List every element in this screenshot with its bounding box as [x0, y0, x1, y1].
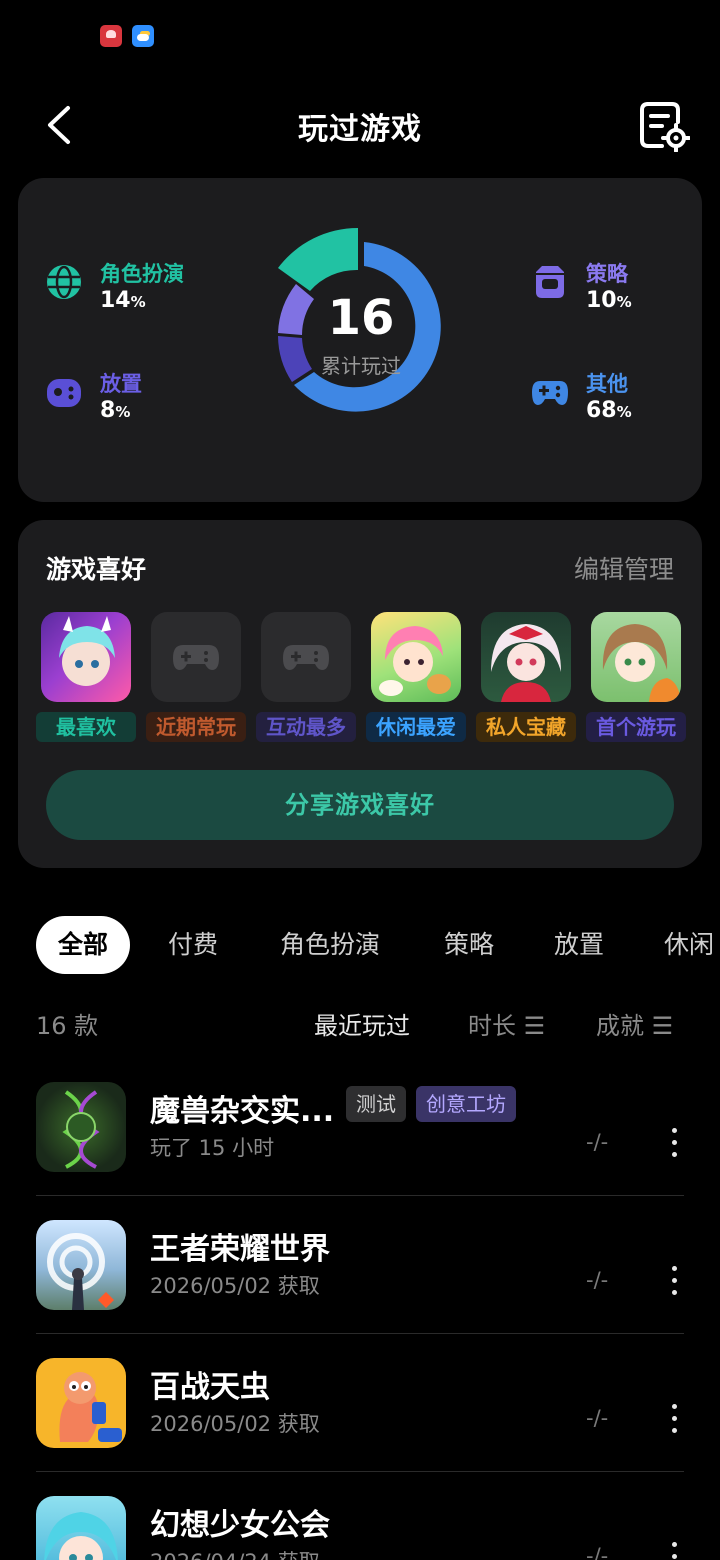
pref-favorite[interactable]: 最喜欢	[36, 612, 136, 744]
more-options-icon[interactable]	[666, 1542, 682, 1560]
pref-casual[interactable]: 休闲最爱	[366, 612, 466, 744]
status-bar	[0, 0, 720, 70]
game-name: 魔兽杂交实...	[150, 1094, 335, 1129]
tab-paid[interactable]: 付费	[168, 916, 218, 974]
tag-test: 测试	[346, 1086, 406, 1122]
huawei-app-icon	[100, 25, 122, 47]
weather-app-icon	[132, 25, 154, 47]
game-subtitle: 2026/05/02 获取	[150, 1412, 320, 1436]
list-header: 16 款 最近玩过 时长 ☰ 成就 ☰	[0, 1000, 720, 1044]
private-treasure-thumbnail	[481, 612, 571, 702]
tab-strategy[interactable]: 策略	[444, 916, 494, 974]
pref-label: 互动最多	[256, 712, 356, 742]
stat-percent: 14%	[100, 288, 146, 313]
total-played-count: 16	[327, 290, 395, 346]
list-settings-button[interactable]	[636, 98, 691, 153]
sort-achievements[interactable]: 成就 ☰	[596, 1006, 673, 1041]
more-options-icon[interactable]	[666, 1266, 682, 1296]
pref-label: 首个游玩	[586, 712, 686, 742]
pref-label: 私人宝藏	[476, 712, 576, 742]
globe-icon	[47, 265, 81, 299]
casual-game-thumbnail	[371, 612, 461, 702]
stat-label: 角色扮演	[100, 262, 184, 286]
pref-first-played[interactable]: 首个游玩	[586, 612, 686, 744]
stat-percent: 10%	[586, 288, 632, 313]
game-count: 16 款	[36, 1012, 99, 1040]
pref-label: 最喜欢	[36, 712, 136, 742]
game-row[interactable]: 幻想少女公会 2026/04/24 获取 -/-	[36, 1472, 684, 1560]
stat-label: 其他	[586, 372, 628, 396]
stat-percent: 8%	[100, 398, 131, 423]
gamepad-icon	[532, 381, 568, 405]
game-name: 幻想少女公会	[150, 1508, 330, 1543]
donut-segment-role-playing	[278, 228, 358, 291]
stat-label: 放置	[100, 372, 142, 396]
game-preferences-card: 游戏喜好 编辑管理 最喜欢 近期常玩 互动最多 休闲最爱 私人宝藏 首个游玩 分…	[18, 520, 702, 868]
stat-label: 策略	[586, 262, 628, 286]
preferences-title: 游戏喜好	[46, 555, 147, 584]
game-row[interactable]: 魔兽杂交实... 测试 创意工坊 玩了 15 小时 -/-	[36, 1058, 684, 1196]
game-name: 王者荣耀世界	[150, 1232, 330, 1267]
pref-private-treasure[interactable]: 私人宝藏	[476, 612, 576, 744]
game-subtitle: 玩了 15 小时	[150, 1136, 275, 1160]
game-row[interactable]: 王者荣耀世界 2026/05/02 获取 -/-	[36, 1196, 684, 1334]
share-preferences-button[interactable]: 分享游戏喜好	[46, 770, 674, 840]
top-bar: 玩过游戏	[0, 90, 720, 160]
tab-role-playing[interactable]: 角色扮演	[280, 916, 380, 974]
sort-recent[interactable]: 最近玩过	[314, 1006, 410, 1041]
game-subtitle: 2026/05/02 获取	[150, 1274, 320, 1298]
sort-duration[interactable]: 时长 ☰	[468, 1006, 545, 1041]
favorite-game-thumbnail	[41, 612, 131, 702]
game-icon	[36, 1358, 126, 1448]
game-icon	[36, 1082, 126, 1172]
achievement-progress: -/-	[586, 1130, 609, 1154]
idle-controller-icon	[47, 379, 81, 407]
game-name: 百战天虫	[150, 1370, 270, 1405]
pref-label: 近期常玩	[146, 712, 246, 742]
more-options-icon[interactable]	[666, 1404, 682, 1434]
pref-recent[interactable]: 近期常玩	[146, 612, 246, 744]
stat-percent: 68%	[586, 398, 632, 423]
page-title: 玩过游戏	[298, 112, 422, 147]
pref-label: 休闲最爱	[366, 712, 466, 742]
achievement-progress: -/-	[586, 1406, 609, 1430]
tag-creative-workshop: 创意工坊	[416, 1086, 516, 1122]
strategy-icon	[536, 266, 564, 298]
tab-casual[interactable]: 休闲	[664, 916, 714, 974]
tab-idle[interactable]: 放置	[554, 916, 604, 974]
more-options-icon[interactable]	[666, 1128, 682, 1158]
total-played-label: 累计玩过	[321, 354, 401, 378]
gamepad-placeholder-icon	[283, 645, 329, 670]
game-row[interactable]: 百战天虫 2026/05/02 获取 -/-	[36, 1334, 684, 1472]
pref-interactive[interactable]: 互动最多	[256, 612, 356, 744]
game-icon	[36, 1220, 126, 1310]
first-played-thumbnail	[591, 612, 681, 702]
achievement-progress: -/-	[586, 1544, 609, 1560]
game-icon	[36, 1496, 126, 1560]
tab-all[interactable]: 全部	[36, 916, 131, 974]
stats-card: 角色扮演 14% 放置 8% 策略 10% 其他 68% 16 累计玩过	[18, 178, 702, 502]
list-settings-icon	[640, 102, 691, 153]
gamepad-placeholder-icon	[173, 645, 219, 670]
category-filter-tabs: 全部 付费 角色扮演 策略 放置 休闲	[0, 916, 720, 976]
empty-slot	[261, 612, 351, 702]
edit-manage-link[interactable]: 编辑管理	[574, 550, 674, 586]
empty-slot	[151, 612, 241, 702]
game-subtitle: 2026/04/24 获取	[150, 1546, 320, 1560]
achievement-progress: -/-	[586, 1268, 609, 1292]
